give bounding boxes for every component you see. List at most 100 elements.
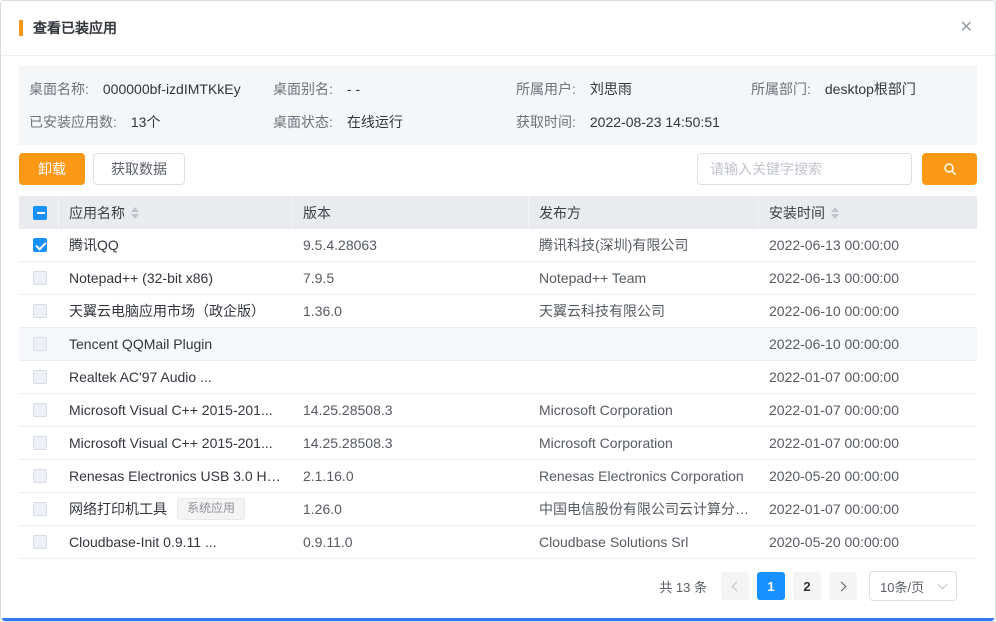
search-icon (942, 161, 958, 177)
page-button-2[interactable]: 2 (793, 572, 821, 600)
info-fetch-time: 获取时间: 2022-08-23 14:50:51 (516, 112, 751, 132)
dialog-header: 查看已装应用 ✕ (1, 1, 995, 56)
total-count: 共 13 条 (659, 577, 707, 596)
table-row[interactable]: Microsoft Visual C++ 2015-201... 14.25.2… (19, 394, 977, 427)
app-version: 7.9.5 (293, 270, 529, 286)
row-checkbox[interactable] (33, 403, 47, 417)
table-row[interactable]: Tencent QQMail Plugin 2022-06-10 00:00:0… (19, 328, 977, 361)
info-row-2: 已安装应用数: 13个 桌面状态: 在线运行 获取时间: 2022-08-23 … (29, 112, 967, 132)
app-version: 14.25.28508.3 (293, 435, 529, 451)
page-size-select[interactable]: 10条/页 (869, 571, 957, 601)
table-row[interactable]: Realtek AC'97 Audio ... 2022-01-07 00:00… (19, 361, 977, 394)
uninstall-button[interactable]: 卸载 (19, 153, 85, 185)
app-publisher: Notepad++ Team (529, 270, 759, 286)
app-publisher: 中国电信股份有限公司云计算分公... (529, 499, 759, 519)
app-publisher: 腾讯科技(深圳)有限公司 (529, 235, 759, 255)
next-page-button[interactable] (829, 572, 857, 600)
table-row[interactable]: Notepad++ (32-bit x86) 7.9.5 Notepad++ T… (19, 262, 977, 295)
chevron-down-icon (938, 580, 948, 590)
app-install-time: 2022-06-10 00:00:00 (759, 336, 977, 352)
app-version: 9.5.4.28063 (293, 237, 529, 253)
row-checkbox[interactable] (33, 469, 47, 483)
prev-page-button[interactable] (721, 572, 749, 600)
page-button-1[interactable]: 1 (757, 572, 785, 600)
table-row[interactable]: 腾讯QQ 9.5.4.28063 腾讯科技(深圳)有限公司 2022-06-13… (19, 229, 977, 262)
app-name: Cloudbase-Init 0.9.11 ... (69, 534, 217, 550)
sort-icon (131, 207, 139, 219)
app-version: 1.26.0 (293, 501, 529, 517)
column-header-install-time[interactable]: 安装时间 (759, 196, 977, 229)
fetch-data-button[interactable]: 获取数据 (93, 153, 185, 185)
table-row[interactable]: 天翼云电脑应用市场（政企版） 1.36.0 天翼云科技有限公司 2022-06-… (19, 295, 977, 328)
app-publisher: Microsoft Corporation (529, 435, 759, 451)
row-checkbox[interactable] (33, 436, 47, 450)
info-desktop-name: 桌面名称: 000000bf-izdIMTKkEy (29, 79, 273, 99)
app-version: 1.36.0 (293, 303, 529, 319)
app-name: 腾讯QQ (69, 235, 119, 255)
table-row[interactable]: Microsoft Visual C++ 2015-201... 14.25.2… (19, 427, 977, 460)
app-install-time: 2022-06-13 00:00:00 (759, 270, 977, 286)
system-app-badge: 系统应用 (177, 498, 245, 520)
app-install-time: 2022-01-07 00:00:00 (759, 402, 977, 418)
app-name: Microsoft Visual C++ 2015-201... (69, 435, 273, 451)
row-checkbox[interactable] (33, 535, 47, 549)
row-checkbox[interactable] (33, 337, 47, 351)
app-name: Microsoft Visual C++ 2015-201... (69, 402, 273, 418)
app-install-time: 2022-01-07 00:00:00 (759, 369, 977, 385)
column-header-publisher: 发布方 (529, 196, 759, 229)
app-name: Notepad++ (32-bit x86) (69, 270, 213, 286)
dialog-title: 查看已装应用 (33, 18, 117, 38)
search-input[interactable] (697, 153, 912, 185)
app-install-time: 2020-05-20 00:00:00 (759, 534, 977, 550)
view-installed-apps-dialog: 查看已装应用 ✕ 桌面名称: 000000bf-izdIMTKkEy 桌面别名:… (0, 0, 996, 622)
app-name: Renesas Electronics USB 3.0 Ho... (69, 468, 283, 484)
table-header: 应用名称 版本 发布方 安装时间 (19, 196, 977, 229)
app-publisher: Renesas Electronics Corporation (529, 468, 759, 484)
app-name: 天翼云电脑应用市场（政企版） (69, 301, 265, 321)
table-body: 腾讯QQ 9.5.4.28063 腾讯科技(深圳)有限公司 2022-06-13… (19, 229, 977, 559)
chevron-left-icon (732, 581, 742, 591)
table-row[interactable]: Cloudbase-Init 0.9.11 ... 0.9.11.0 Cloud… (19, 526, 977, 559)
row-checkbox[interactable] (33, 304, 47, 318)
app-install-time: 2020-05-20 00:00:00 (759, 468, 977, 484)
row-checkbox[interactable] (33, 370, 47, 384)
info-row-1: 桌面名称: 000000bf-izdIMTKkEy 桌面别名: - - 所属用户… (29, 79, 967, 99)
app-publisher: Cloudbase Solutions Srl (529, 534, 759, 550)
app-version: 2.1.16.0 (293, 468, 529, 484)
close-icon[interactable]: ✕ (956, 16, 977, 40)
app-publisher: 天翼云科技有限公司 (529, 301, 759, 321)
app-install-time: 2022-01-07 00:00:00 (759, 435, 977, 451)
installed-apps-table: 应用名称 版本 发布方 安装时间 腾讯QQ 9. (19, 196, 977, 559)
row-checkbox[interactable] (33, 271, 47, 285)
row-checkbox[interactable] (33, 502, 47, 516)
app-install-time: 2022-06-10 00:00:00 (759, 303, 977, 319)
table-row[interactable]: 网络打印机工具 系统应用 1.26.0 中国电信股份有限公司云计算分公... 2… (19, 493, 977, 526)
column-header-version: 版本 (293, 196, 529, 229)
app-name: Tencent QQMail Plugin (69, 336, 212, 352)
row-checkbox[interactable] (33, 238, 47, 252)
pagination: 共 13 条 1 2 10条/页 (1, 571, 995, 601)
select-all-checkbox[interactable] (33, 206, 47, 220)
desktop-info-panel: 桌面名称: 000000bf-izdIMTKkEy 桌面别名: - - 所属用户… (19, 66, 977, 145)
info-owner-user: 所属用户: 刘思雨 (516, 79, 751, 99)
info-app-count: 已安装应用数: 13个 (29, 112, 273, 132)
sort-icon (831, 207, 839, 219)
info-desktop-alias: 桌面别名: - - (273, 79, 516, 99)
app-install-time: 2022-01-07 00:00:00 (759, 501, 977, 517)
app-publisher: Microsoft Corporation (529, 402, 759, 418)
toolbar: 卸载 获取数据 (19, 153, 977, 185)
app-version: 14.25.28508.3 (293, 402, 529, 418)
app-name: Realtek AC'97 Audio ... (69, 369, 212, 385)
chevron-right-icon (837, 581, 847, 591)
search-area (697, 153, 977, 185)
column-header-app-name[interactable]: 应用名称 (59, 196, 293, 229)
info-owner-dept: 所属部门: desktop根部门 (751, 79, 967, 99)
info-desktop-status: 桌面状态: 在线运行 (273, 112, 516, 132)
title-accent-bar (19, 20, 23, 36)
app-install-time: 2022-06-13 00:00:00 (759, 237, 977, 253)
search-button[interactable] (922, 153, 977, 185)
bottom-strip (2, 618, 994, 621)
app-version: 0.9.11.0 (293, 534, 529, 550)
app-name: 网络打印机工具 (69, 499, 167, 519)
table-row[interactable]: Renesas Electronics USB 3.0 Ho... 2.1.16… (19, 460, 977, 493)
